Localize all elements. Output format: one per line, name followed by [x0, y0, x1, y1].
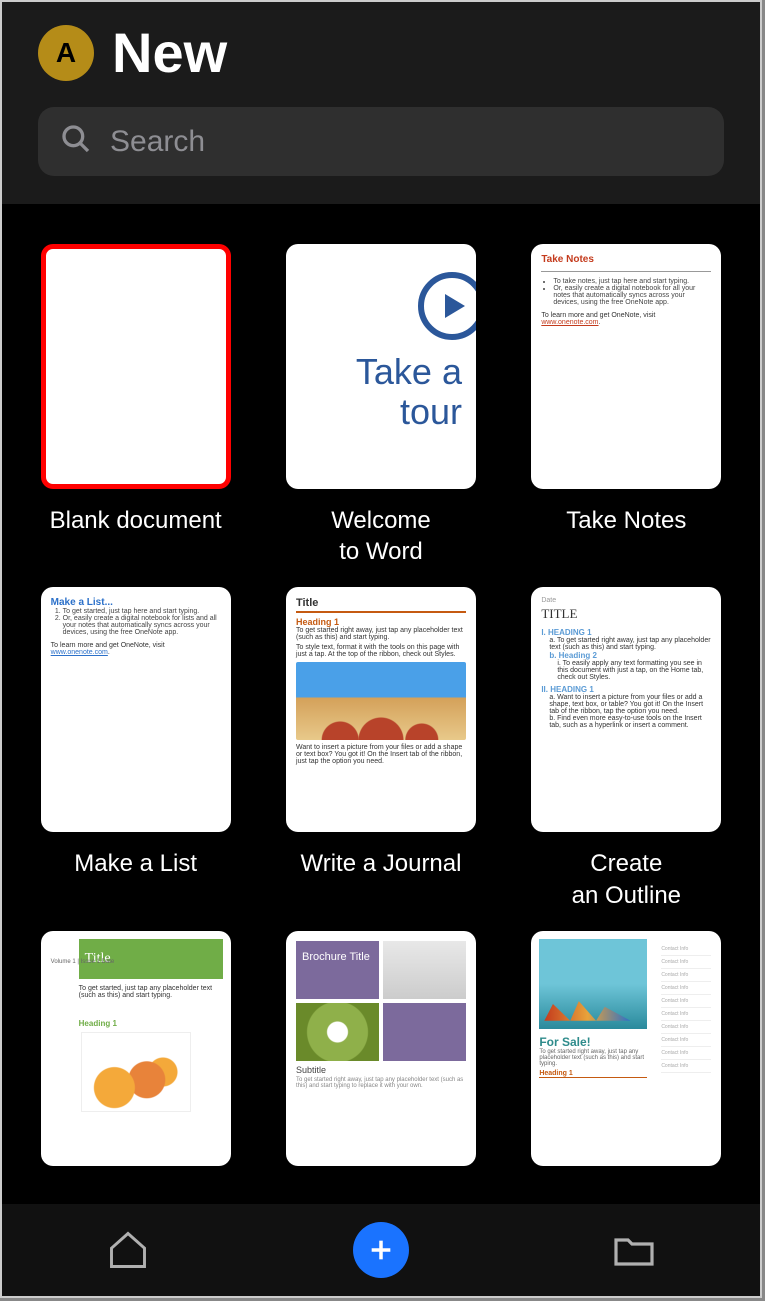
template-thumb: Title Heading 1 To get started right awa…	[286, 587, 476, 832]
template-thumb: Date TITLE I. HEADING 1 a. To get starte…	[531, 587, 721, 832]
template-thumb: Volume 1 | Issue 1 Date Title To get sta…	[41, 931, 231, 1166]
plus-icon	[353, 1222, 409, 1278]
folder-icon	[610, 1226, 658, 1274]
template-label: Make a List	[74, 848, 197, 879]
template-label: Take Notes	[566, 505, 686, 536]
template-brochure[interactable]: Brochure Title Subtitle To get started r…	[283, 931, 478, 1166]
template-take-notes[interactable]: Take Notes To take notes, just tap here …	[529, 244, 724, 567]
template-make-a-list[interactable]: Make a List... To get started, just tap …	[38, 587, 233, 910]
template-thumb: Contact InfoContact InfoContact InfoCont…	[531, 931, 721, 1166]
search-input[interactable]	[110, 125, 702, 159]
header: A New	[2, 2, 760, 204]
thumb-text: Take a tour	[286, 340, 476, 431]
search-bar[interactable]	[38, 107, 724, 176]
template-label: Blank document	[50, 505, 222, 536]
thumb-list: To get started, just tap here and start …	[51, 608, 221, 636]
template-label: Welcome to Word	[331, 505, 431, 567]
template-welcome-to-word[interactable]: Take a tour Welcome to Word	[283, 244, 478, 567]
thumb-list: To take notes, just tap here and start t…	[541, 278, 711, 306]
arrow-right-icon	[418, 272, 476, 340]
thumb-heading: Take Notes	[541, 254, 711, 269]
thumb-image	[296, 662, 466, 740]
new-button[interactable]	[351, 1220, 411, 1280]
thumb-image	[539, 939, 647, 1029]
template-write-a-journal[interactable]: Title Heading 1 To get started right awa…	[283, 587, 478, 910]
thumb-image	[383, 1003, 466, 1061]
thumb-title: TITLE	[541, 606, 711, 622]
thumb-image	[383, 941, 466, 999]
template-newsletter[interactable]: Volume 1 | Issue 1 Date Title To get sta…	[38, 931, 233, 1166]
page-title: New	[112, 20, 227, 85]
template-label: Write a Journal	[301, 848, 462, 879]
thumb-sidebar: Contact InfoContact InfoContact InfoCont…	[661, 943, 711, 1073]
template-thumb: Make a List... To get started, just tap …	[41, 587, 231, 832]
folder-button[interactable]	[604, 1220, 664, 1280]
template-thumb: Take a tour	[286, 244, 476, 489]
app-window: A New Blank document Take a tour Welcome…	[0, 0, 762, 1298]
template-thumb	[41, 244, 231, 489]
home-icon	[106, 1228, 150, 1272]
template-grid: Blank document Take a tour Welcome to Wo…	[2, 204, 760, 1286]
avatar[interactable]: A	[38, 25, 94, 81]
bottom-navigation	[2, 1204, 760, 1296]
thumb-title: Title	[296, 597, 466, 609]
template-flyer[interactable]: Contact InfoContact InfoContact InfoCont…	[529, 931, 724, 1166]
template-thumb: Brochure Title Subtitle To get started r…	[286, 931, 476, 1166]
search-icon	[60, 123, 92, 160]
template-blank-document[interactable]: Blank document	[38, 244, 233, 567]
thumb-title: Brochure Title	[296, 941, 379, 999]
template-thumb: Take Notes To take notes, just tap here …	[531, 244, 721, 489]
template-label: Create an Outline	[572, 848, 681, 910]
thumb-image	[81, 1032, 191, 1112]
home-button[interactable]	[98, 1220, 158, 1280]
thumb-image	[296, 1003, 379, 1061]
template-create-an-outline[interactable]: Date TITLE I. HEADING 1 a. To get starte…	[529, 587, 724, 910]
thumb-heading: Heading 1	[296, 617, 466, 627]
thumb-heading: Make a List...	[51, 597, 221, 608]
